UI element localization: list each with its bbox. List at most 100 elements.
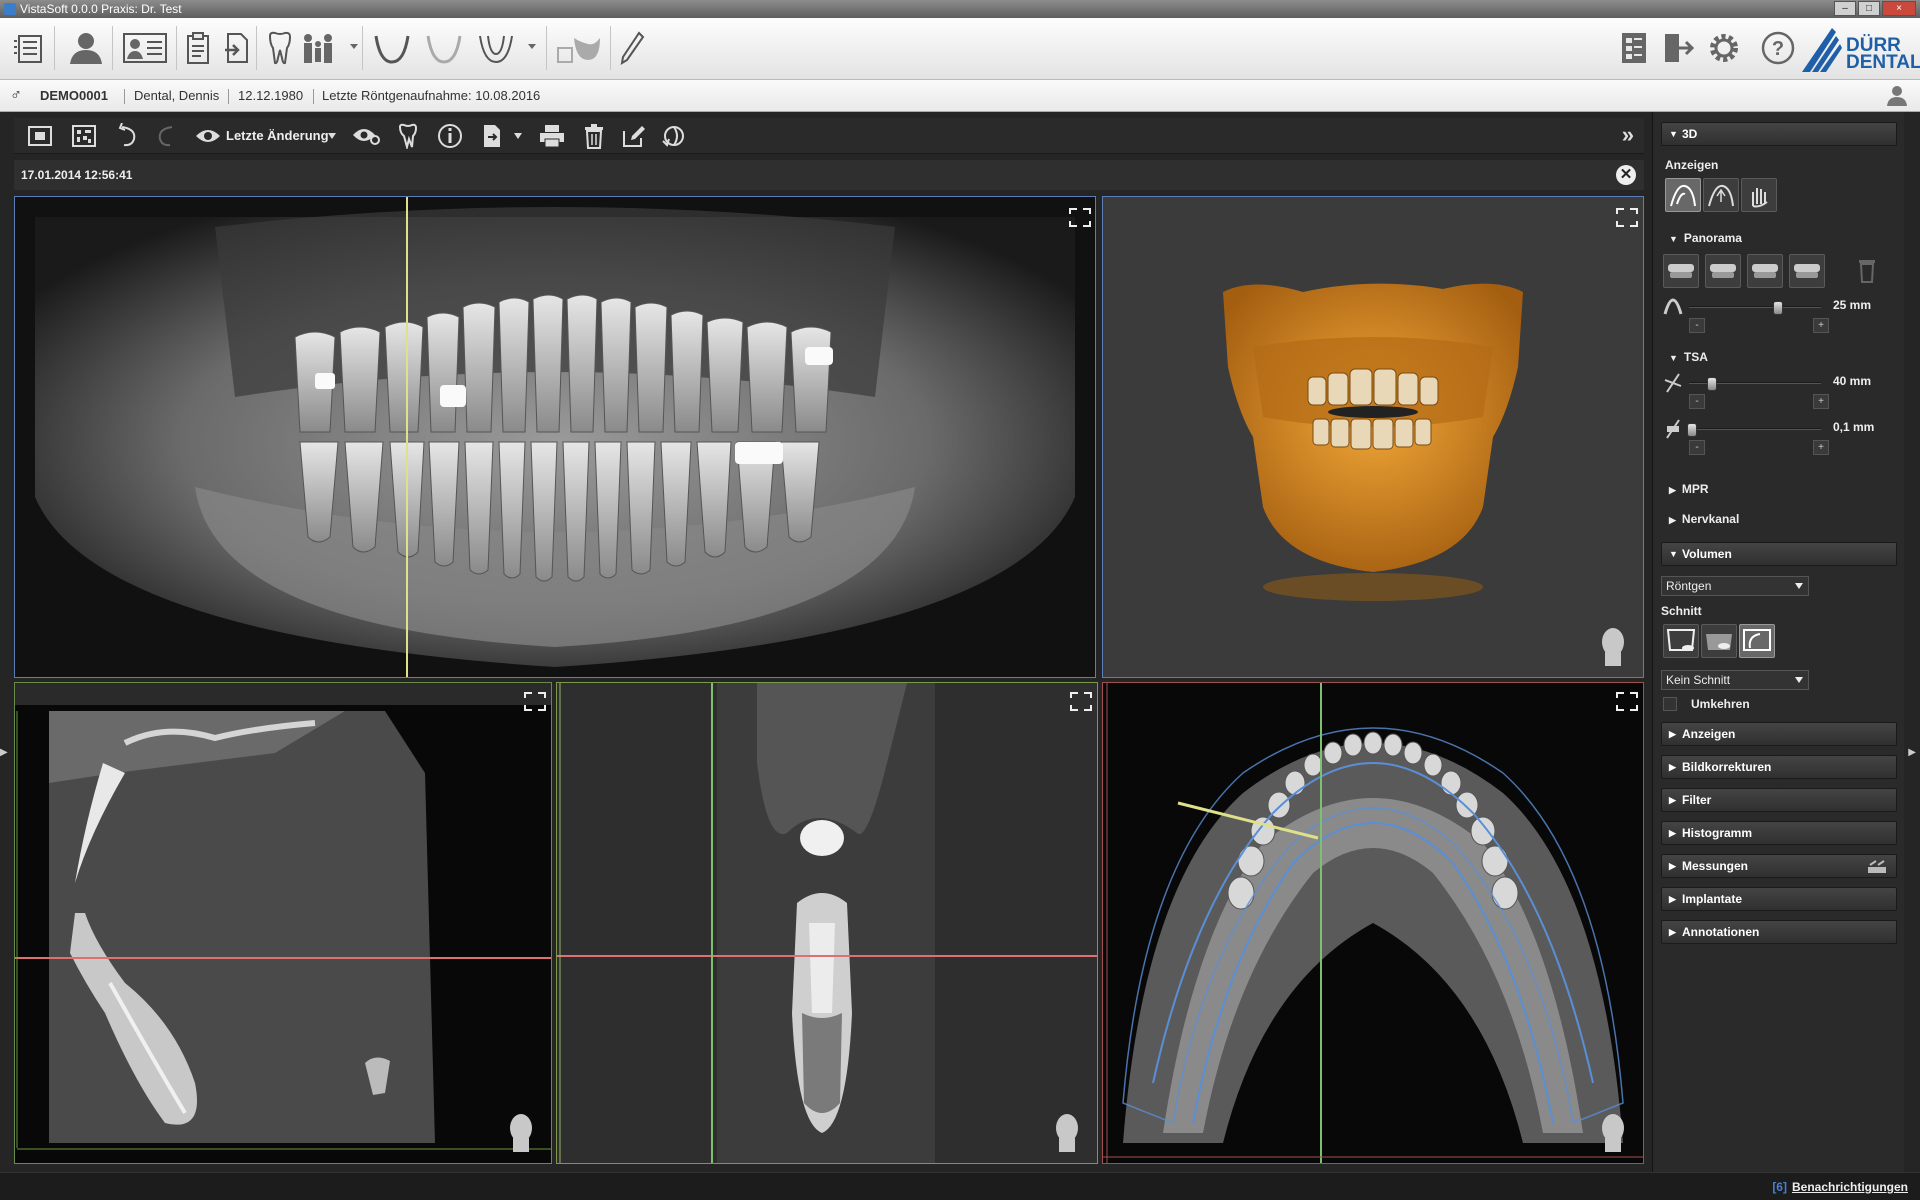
expand-panel-button[interactable]: » bbox=[1622, 124, 1634, 146]
qr-icon[interactable] bbox=[70, 123, 98, 149]
slider-knob[interactable] bbox=[1687, 423, 1697, 437]
collapse-triangle-icon: ▼ bbox=[1669, 129, 1678, 139]
eye-icon[interactable] bbox=[194, 123, 222, 149]
panorama-minus-button[interactable]: - bbox=[1689, 318, 1705, 333]
help-icon[interactable]: ? bbox=[1756, 26, 1800, 70]
coronal-view[interactable] bbox=[556, 682, 1098, 1164]
durr-dental-logo: DÜRR DENTAL bbox=[1800, 22, 1920, 76]
collapse-right-icon[interactable]: ▶ bbox=[1908, 747, 1916, 758]
cut-select[interactable]: Kein Schnitt bbox=[1661, 670, 1809, 690]
app-icon bbox=[4, 3, 16, 15]
pencil-icon[interactable] bbox=[610, 26, 654, 70]
panorama-thickness-value: 25 mm bbox=[1833, 298, 1872, 312]
redo-icon[interactable] bbox=[152, 123, 180, 149]
volume-mode-select[interactable]: Röntgen bbox=[1661, 576, 1809, 596]
capture-icon[interactable] bbox=[26, 123, 54, 149]
panorama-plus-button[interactable]: + bbox=[1813, 318, 1829, 333]
import-icon[interactable] bbox=[214, 26, 258, 70]
section-messungen-header[interactable]: ▶ Messungen bbox=[1661, 854, 1897, 878]
tsa-distance-slider[interactable] bbox=[1687, 423, 1821, 437]
tsa-width-value: 40 mm bbox=[1833, 374, 1872, 388]
tsa-section[interactable]: ▼ TSA bbox=[1669, 350, 1708, 364]
close-image-button[interactable]: ✕ bbox=[1616, 165, 1636, 185]
export-dropdown-icon[interactable] bbox=[514, 133, 522, 139]
arch-icon[interactable] bbox=[370, 26, 414, 70]
cut-mode-3-icon[interactable] bbox=[1739, 624, 1775, 658]
last-change-label[interactable]: Letzte Änderung bbox=[226, 128, 329, 143]
print-icon[interactable] bbox=[538, 123, 566, 149]
upper-arch-icon[interactable] bbox=[422, 26, 466, 70]
view-mode-nerve-icon[interactable] bbox=[1703, 178, 1739, 212]
tooth-tool-icon[interactable] bbox=[394, 123, 422, 149]
delete-icon[interactable] bbox=[580, 123, 608, 149]
svg-text:?: ? bbox=[1772, 38, 1784, 60]
image-date-bar: 17.01.2014 12:56:41 ✕ bbox=[14, 160, 1644, 190]
panorama-view[interactable] bbox=[14, 196, 1096, 678]
view-mode-hand-icon[interactable] bbox=[1741, 178, 1777, 212]
axial-view[interactable] bbox=[1102, 682, 1644, 1164]
main-toolbar: ? DÜRR DENTAL bbox=[0, 18, 1920, 80]
minimize-button[interactable]: – bbox=[1834, 1, 1856, 16]
patient-icon[interactable] bbox=[62, 26, 106, 70]
panorama-preset-1-icon[interactable] bbox=[1663, 254, 1699, 288]
panorama-preset-4-icon[interactable] bbox=[1789, 254, 1825, 288]
section-filter-header[interactable]: ▶ Filter bbox=[1661, 788, 1897, 812]
slider-knob[interactable] bbox=[1707, 377, 1717, 391]
trash-disabled-icon bbox=[1857, 256, 1877, 287]
tsa-width-slider[interactable] bbox=[1689, 377, 1821, 391]
section-implantate-header[interactable]: ▶ Implantate bbox=[1661, 887, 1897, 911]
logout-icon[interactable] bbox=[1656, 26, 1700, 70]
undo-icon[interactable] bbox=[114, 123, 142, 149]
status-bar: [6] Benachrichtigungen bbox=[0, 1172, 1920, 1200]
notification-count: [6] bbox=[1772, 1180, 1787, 1194]
notifications-link[interactable]: [6] Benachrichtigungen bbox=[1772, 1180, 1908, 1194]
view-mode-arch-icon[interactable] bbox=[1665, 178, 1701, 212]
slider-knob[interactable] bbox=[1773, 301, 1783, 315]
list-icon[interactable] bbox=[6, 26, 50, 70]
panorama-section[interactable]: ▼ Panorama bbox=[1669, 231, 1742, 245]
section-3d-header[interactable]: ▼ 3D bbox=[1661, 122, 1897, 146]
close-window-button[interactable]: × bbox=[1882, 1, 1916, 16]
patient-name: Dental, Dennis bbox=[134, 88, 220, 103]
panorama-preset-2-icon[interactable] bbox=[1705, 254, 1741, 288]
report-icon[interactable] bbox=[1612, 26, 1656, 70]
schnitt-label: Schnitt bbox=[1661, 604, 1702, 618]
measure-tool-icon[interactable] bbox=[1866, 859, 1888, 882]
patient-birthdate: 12.12.1980 bbox=[238, 88, 304, 103]
image-date: 17.01.2014 12:56:41 bbox=[21, 168, 133, 182]
jaw-3d-icon[interactable] bbox=[552, 26, 606, 70]
export-icon[interactable] bbox=[478, 123, 506, 149]
chevron-down-icon bbox=[1795, 583, 1803, 589]
settings-icon[interactable] bbox=[1702, 26, 1746, 70]
nervkanal-section[interactable]: ▶ Nervkanal bbox=[1669, 512, 1739, 526]
section-bildkorrekturen-header[interactable]: ▶ Bildkorrekturen bbox=[1661, 755, 1897, 779]
family-icon[interactable] bbox=[296, 26, 340, 70]
section-anzeigen-header[interactable]: ▶ Anzeigen bbox=[1661, 722, 1897, 746]
mpr-section[interactable]: ▶ MPR bbox=[1669, 482, 1709, 496]
maximize-button[interactable]: □ bbox=[1858, 1, 1880, 16]
section-annotationen-header[interactable]: ▶ Annotationen bbox=[1661, 920, 1897, 944]
tsa-distance-icon bbox=[1663, 418, 1683, 443]
lower-arch-icon[interactable] bbox=[474, 26, 518, 70]
section-histogramm-header[interactable]: ▶ Histogramm bbox=[1661, 821, 1897, 845]
panorama-preset-3-icon[interactable] bbox=[1747, 254, 1783, 288]
tsa-width-minus-button[interactable]: - bbox=[1689, 394, 1705, 409]
last-change-dropdown-icon[interactable] bbox=[328, 133, 336, 139]
umkehren-label: Umkehren bbox=[1691, 697, 1750, 711]
section-volumen-header[interactable]: ▼ Volumen bbox=[1661, 542, 1897, 566]
panorama-thickness-slider[interactable] bbox=[1689, 301, 1821, 315]
info-icon[interactable] bbox=[436, 123, 464, 149]
tsa-distance-plus-button[interactable]: + bbox=[1813, 440, 1829, 455]
edit-icon[interactable] bbox=[620, 123, 648, 149]
tsa-distance-minus-button[interactable]: - bbox=[1689, 440, 1705, 455]
cut-mode-2-icon[interactable] bbox=[1701, 624, 1737, 658]
collapse-left-icon[interactable]: ▶ bbox=[0, 747, 8, 758]
volume-3d-view[interactable] bbox=[1102, 196, 1644, 678]
patient-card-icon[interactable] bbox=[118, 26, 172, 70]
umkehren-checkbox[interactable] bbox=[1663, 697, 1677, 711]
rotate-icon[interactable] bbox=[660, 123, 688, 149]
cut-mode-1-icon[interactable] bbox=[1663, 624, 1699, 658]
tsa-width-plus-button[interactable]: + bbox=[1813, 394, 1829, 409]
sagittal-view[interactable] bbox=[14, 682, 552, 1164]
eye-settings-icon[interactable] bbox=[352, 123, 380, 149]
